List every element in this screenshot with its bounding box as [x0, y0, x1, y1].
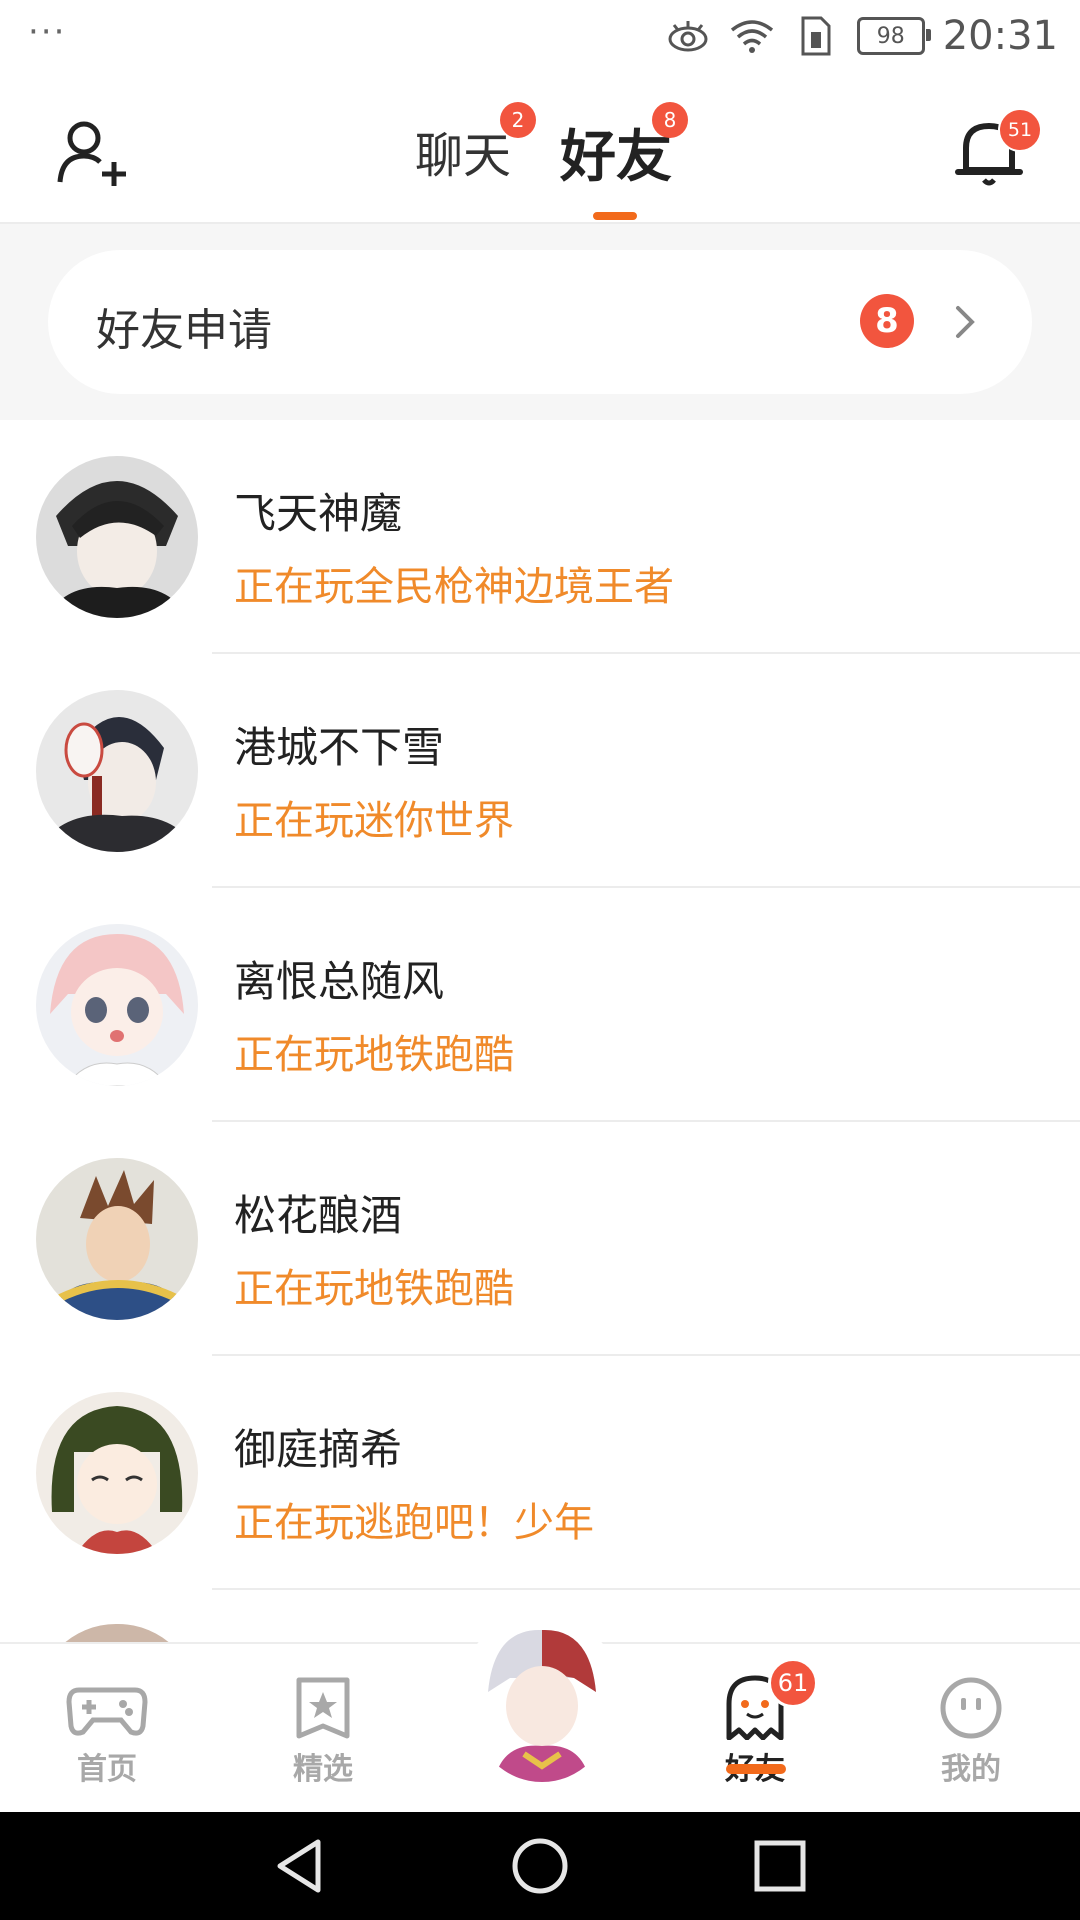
friend-list: 飞天神魔 正在玩全民枪神边境王者 港城不下雪 正在玩迷你世界 离恨总随风 正在玩…	[0, 420, 1080, 1590]
friend-name: 御庭摘希	[234, 1425, 403, 1474]
divider	[212, 1588, 1080, 1590]
status-bar: ··· 98 20:31	[0, 0, 1080, 72]
nav-home[interactable]: 首页	[42, 1674, 172, 1788]
avatar[interactable]	[36, 924, 198, 1086]
avatar[interactable]	[36, 1158, 198, 1320]
tab-chat[interactable]: 聊天	[415, 116, 511, 186]
tab-chat-label: 聊天	[415, 128, 512, 184]
friend-status: 正在玩地铁跑酷	[234, 1032, 514, 1078]
active-tab-indicator	[593, 212, 637, 220]
wifi-icon	[729, 16, 775, 56]
friend-status: 正在玩全民枪神边境王者	[234, 564, 674, 610]
avatar[interactable]	[36, 456, 198, 618]
list-item[interactable]: 御庭摘希 正在玩逃跑吧！少年	[0, 1356, 1080, 1590]
list-item[interactable]: 港城不下雪 正在玩迷你世界	[0, 654, 1080, 888]
friend-name: 离恨总随风	[234, 957, 445, 1006]
smile-face-icon	[940, 1677, 1002, 1739]
avatar[interactable]	[36, 1392, 198, 1554]
active-nav-indicator	[726, 1764, 786, 1774]
star-card-icon	[296, 1677, 350, 1739]
chevron-right-icon	[950, 300, 980, 344]
nav-selected[interactable]: 精选	[258, 1674, 388, 1788]
tab-chat-badge: 2	[500, 102, 536, 138]
recents-icon[interactable]	[750, 1836, 810, 1896]
friend-name: 松花酿酒	[234, 1191, 403, 1240]
friend-status: 正在玩迷你世界	[234, 798, 514, 844]
battery-level: 98	[876, 23, 905, 49]
list-item[interactable]: 松花酿酒 正在玩地铁跑酷	[0, 1122, 1080, 1356]
nav-mine-label: 我的	[941, 1752, 1001, 1787]
friend-request-count: 8	[860, 294, 914, 348]
list-item[interactable]: 离恨总随风 正在玩地铁跑酷	[0, 888, 1080, 1122]
friend-name: 港城不下雪	[234, 723, 445, 772]
tab-friends-label: 好友	[560, 125, 672, 190]
friend-request-button[interactable]: 好友申请 8	[48, 250, 1032, 394]
clock: 20:31	[942, 13, 1058, 59]
system-nav-bar	[0, 1812, 1080, 1920]
gamepad-icon	[66, 1687, 148, 1736]
battery-icon: 98	[856, 17, 931, 55]
back-icon[interactable]	[270, 1836, 330, 1896]
top-header: 聊天 2 好友 8 51	[0, 72, 1080, 224]
friend-status: 正在玩逃跑吧！少年	[234, 1500, 594, 1546]
eye-icon	[665, 16, 711, 56]
friend-request-section: 好友申请 8	[0, 224, 1080, 420]
nav-home-label: 首页	[77, 1752, 137, 1787]
list-item[interactable]: 飞天神魔 正在玩全民枪神边境王者	[0, 420, 1080, 654]
nav-mine[interactable]: 我的	[906, 1674, 1036, 1788]
notification-badge: 51	[998, 108, 1042, 152]
status-more-indicator: ···	[28, 12, 67, 52]
friend-request-label: 好友申请	[96, 305, 272, 356]
tab-friends-badge: 8	[652, 102, 688, 138]
avatar[interactable]	[36, 690, 198, 852]
nav-selected-label: 精选	[293, 1752, 353, 1787]
center-avatar[interactable]	[474, 1622, 610, 1782]
friend-name: 飞天神魔	[234, 489, 403, 538]
home-icon[interactable]	[510, 1836, 570, 1896]
nav-friends-badge: 61	[768, 1658, 818, 1708]
sim-icon	[793, 16, 839, 56]
friend-status: 正在玩地铁跑酷	[234, 1266, 514, 1312]
